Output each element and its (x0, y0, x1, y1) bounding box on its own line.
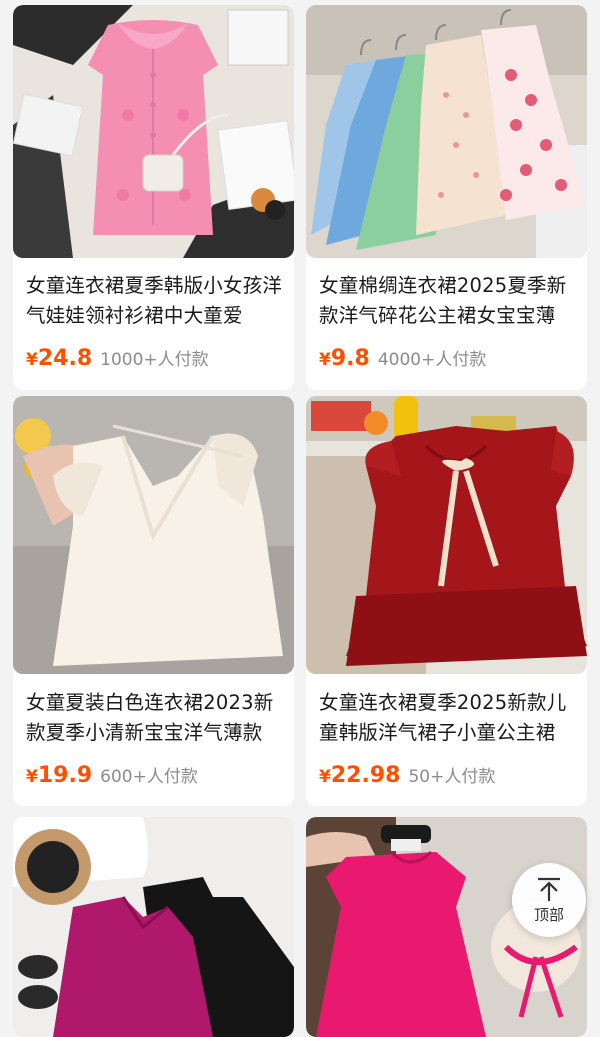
price-row: ¥ 9.8 4000+人付款 (319, 345, 486, 375)
product-title[interactable]: 女童连衣裙夏季2025新款儿童韩版洋气裙子小童公主裙 (319, 688, 577, 748)
price-currency: ¥ (319, 767, 331, 787)
sales-count: 1000+人付款 (100, 350, 209, 370)
scroll-to-top-label: 顶部 (533, 905, 564, 924)
product-image-1[interactable] (13, 5, 294, 258)
sales-count: 4000+人付款 (377, 350, 487, 370)
magenta-black-dress-photo (13, 817, 294, 1037)
product-title[interactable]: 女童连衣裙夏季韩版小女孩洋气娃娃领衬衫裙中大童爱 (26, 271, 284, 331)
price-value: 24.8 (37, 346, 93, 371)
pink-dress-photo (13, 5, 294, 258)
price-currency: ¥ (26, 350, 38, 370)
product-image-2[interactable] (306, 5, 587, 258)
floral-dresses-photo (306, 5, 587, 258)
product-image-5[interactable] (13, 817, 294, 1037)
price-currency: ¥ (26, 767, 38, 787)
product-grid: 女童连衣裙夏季韩版小女孩洋气娃娃领衬衫裙中大童爱 ¥ 24.8 1000+人付款 (0, 0, 600, 1037)
product-title[interactable]: 女童夏装白色连衣裙2023新款夏季小清新宝宝洋气薄款 (26, 688, 284, 748)
white-dress-photo (13, 396, 294, 674)
price-currency: ¥ (319, 350, 331, 370)
product-title[interactable]: 女童棉绸连衣裙2025夏季新款洋气碎花公主裙女宝宝薄 (319, 271, 577, 331)
product-card-2[interactable]: 女童棉绸连衣裙2025夏季新款洋气碎花公主裙女宝宝薄 ¥ 9.8 4000+人付… (306, 5, 587, 390)
price-row: ¥ 24.8 1000+人付款 (26, 345, 209, 375)
arrow-up-icon (538, 877, 560, 901)
product-image-3[interactable] (13, 396, 294, 674)
red-dress-photo (306, 396, 587, 674)
price-row: ¥ 22.98 50+人付款 (319, 762, 495, 792)
product-image-4[interactable] (306, 396, 587, 674)
scroll-to-top-button[interactable]: 顶部 (512, 863, 586, 937)
product-card-3[interactable]: 女童夏装白色连衣裙2023新款夏季小清新宝宝洋气薄款 ¥ 19.9 600+人付… (13, 396, 294, 806)
price-value: 9.8 (330, 346, 370, 371)
product-card-1[interactable]: 女童连衣裙夏季韩版小女孩洋气娃娃领衬衫裙中大童爱 ¥ 24.8 1000+人付款 (13, 5, 294, 390)
sales-count: 600+人付款 (100, 767, 198, 787)
product-card-4[interactable]: 女童连衣裙夏季2025新款儿童韩版洋气裙子小童公主裙 ¥ 22.98 50+人付… (306, 396, 587, 806)
price-row: ¥ 19.9 600+人付款 (26, 762, 198, 792)
price-value: 22.98 (330, 763, 401, 788)
product-card-5[interactable] (13, 817, 294, 1037)
price-value: 19.9 (37, 763, 93, 788)
sales-count: 50+人付款 (408, 767, 496, 787)
